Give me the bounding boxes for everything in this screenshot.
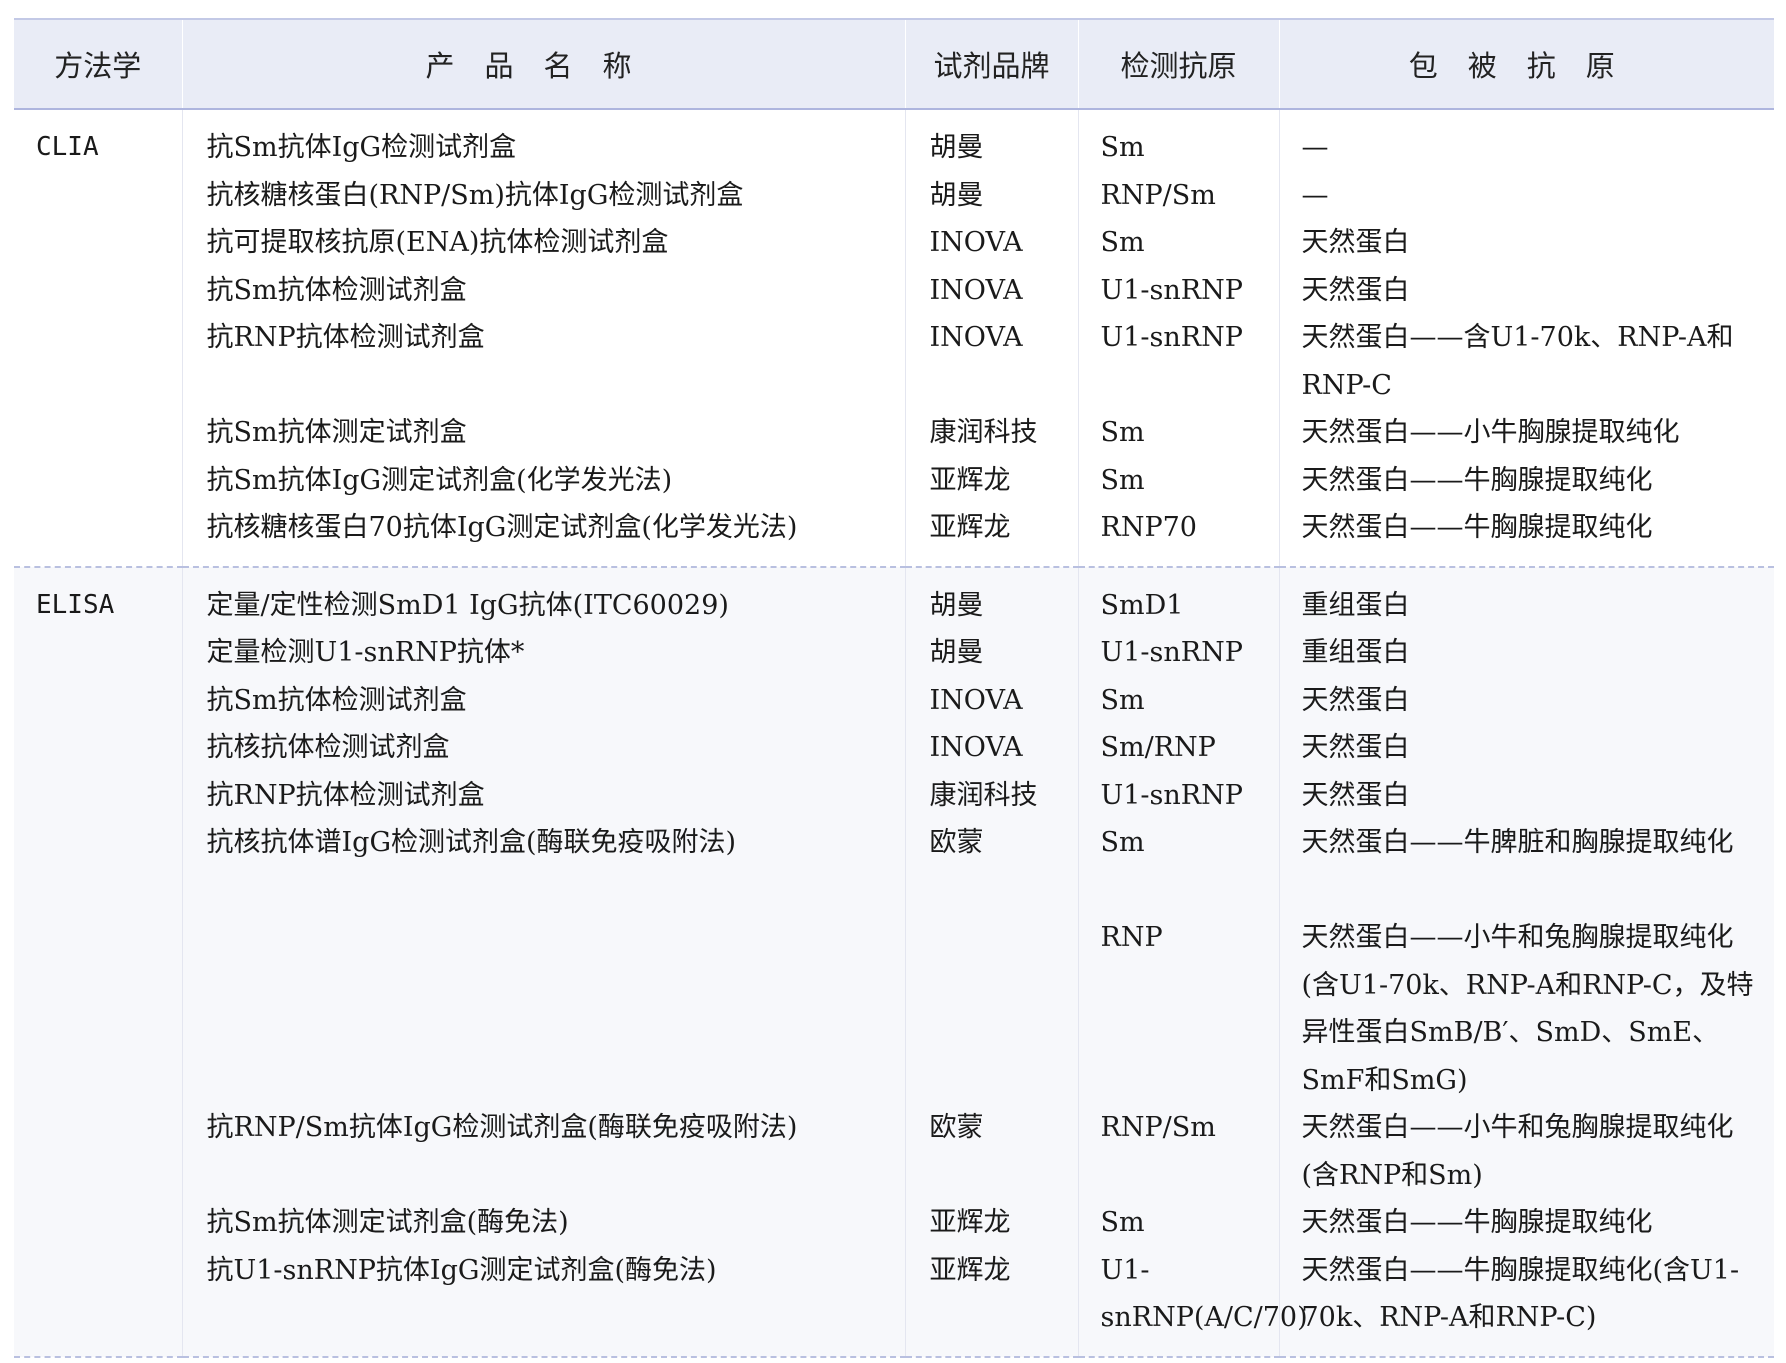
product-name: 抗核抗体谱IgG检测试剂盒(酶联免疫吸附法) — [206, 827, 737, 858]
brand-cell: 胡曼 胡曼 INOVA INOVA 康润科技 欧蒙 欧蒙 亚辉龙 亚辉龙 — [904, 565, 1078, 1358]
method-label: ELISA — [36, 589, 115, 620]
coating-value: 天然蛋白 — [1301, 732, 1410, 763]
antigen-value: U1-snRNP — [1100, 274, 1243, 306]
coating-value: 天然蛋白 — [1301, 227, 1410, 258]
method-cell: CLIA — [14, 109, 182, 567]
method-label: CLIA — [36, 132, 99, 162]
coating-value: — — [1301, 132, 1329, 163]
brand-name: INOVA — [929, 227, 1023, 258]
coating-value: — — [1301, 179, 1329, 211]
coating-value: 天然蛋白 — [1301, 684, 1410, 716]
coating-value: 天然蛋白——牛脾脏和胸腺提取纯化 — [1301, 827, 1734, 858]
product-name: 抗核抗体检测试剂盒 — [206, 732, 450, 763]
brand-spacer — [930, 362, 1078, 410]
antigen-value: U1-snRNP — [1100, 637, 1243, 668]
antigen-value: Sm — [1100, 1207, 1145, 1238]
brand-name: 康润科技 — [929, 779, 1038, 811]
product-name: 抗Sm抗体IgG测定试剂盒(化学发光法) — [206, 464, 673, 496]
product-cell: 定量/定性检测SmD1 IgG抗体(ITC60029) 定量检测U1-snRNP… — [181, 565, 905, 1358]
antigen-value: Sm — [1100, 684, 1145, 716]
antigen-value: Sm — [1100, 132, 1145, 163]
brand-name: 亚辉龙 — [929, 464, 1011, 496]
product-name: 抗Sm抗体测定试剂盒 — [206, 417, 467, 448]
header-product: 产品名称 — [181, 18, 905, 110]
product-name: 抗U1-snRNP抗体IgG测定试剂盒(酶免法) — [206, 1254, 717, 1286]
coating-value: 天然蛋白——小牛和兔胸腺提取纯化(含RNP和Sm) — [1301, 1112, 1734, 1191]
coating-value: 天然蛋白——小牛胸腺提取纯化 — [1301, 417, 1680, 448]
coating-cell: 重组蛋白 重组蛋白 天然蛋白 天然蛋白 天然蛋白 天然蛋白——牛脾脏和胸腺提取纯… — [1278, 565, 1774, 1358]
brand-name: 欧蒙 — [929, 827, 984, 858]
coating-cell: — — 天然蛋白 天然蛋白 天然蛋白——含U1-70k、RNP-A和RNP-C … — [1278, 109, 1774, 567]
product-name: 抗Sm抗体测定试剂盒(酶免法) — [206, 1207, 569, 1238]
product-name: 抗Sm抗体检测试剂盒 — [206, 684, 467, 716]
header-coating: 包被抗原 — [1278, 18, 1774, 110]
group-clia: CLIA 抗Sm抗体IgG检测试剂盒 抗核糖核蛋白(RNP/Sm)抗体IgG检测… — [14, 109, 1774, 567]
coating-value: 天然蛋白——牛胸腺提取纯化 — [1301, 512, 1653, 543]
antigen-spacer — [1101, 362, 1273, 410]
product-spacer — [207, 362, 897, 410]
product-name: 抗核糖核蛋白(RNP/Sm)抗体IgG检测试剂盒 — [206, 179, 744, 211]
table-header: 方法学 产品名称 试剂品牌 检测抗原 包被抗原 — [14, 18, 1774, 110]
reagent-table: 方法学 产品名称 试剂品牌 检测抗原 包被抗原 CLIA 抗Sm抗体IgG检测试… — [14, 18, 1774, 1358]
coating-value: 天然蛋白 — [1301, 274, 1410, 306]
coating-value: 天然蛋白——含U1-70k、RNP-A和RNP-C — [1301, 322, 1734, 401]
product-name: 抗RNP抗体检测试剂盒 — [206, 779, 485, 811]
antibody-reagent-table: 方法学 产品名称 试剂品牌 检测抗原 包被抗原 CLIA 抗Sm抗体IgG检测试… — [14, 18, 1774, 1358]
coating-value: 天然蛋白——小牛和兔胸腺提取纯化(含U1-70k、RNP-A和RNP-C，及特异… — [1301, 922, 1754, 1096]
coating-value: 天然蛋白 — [1301, 779, 1410, 811]
brand-name: INOVA — [929, 322, 1023, 353]
coating-value: 天然蛋白——牛胸腺提取纯化 — [1301, 1207, 1653, 1238]
antigen-value: RNP70 — [1100, 512, 1197, 543]
product-name — [207, 914, 897, 1104]
antigen-value: Sm/RNP — [1100, 732, 1216, 763]
product-name: 定量检测U1-snRNP抗体* — [206, 637, 525, 668]
antigen-value: SmD1 — [1100, 589, 1184, 621]
coating-value: 天然蛋白——牛胸腺提取纯化 — [1301, 464, 1653, 496]
product-cell: 抗Sm抗体IgG检测试剂盒 抗核糖核蛋白(RNP/Sm)抗体IgG检测试剂盒 抗… — [181, 109, 905, 567]
group-elisa: ELISA 定量/定性检测SmD1 IgG抗体(ITC60029) 定量检测U1… — [14, 565, 1774, 1358]
brand-name: 亚辉龙 — [929, 1254, 1011, 1286]
antigen-value: U1-snRNP — [1100, 322, 1243, 353]
brand-name: 康润科技 — [929, 417, 1038, 448]
antigen-value: U1-snRNP — [1100, 779, 1243, 811]
antigen-value: Sm — [1100, 227, 1145, 258]
brand-name: 亚辉龙 — [929, 1207, 1011, 1238]
product-name: 抗核糖核蛋白70抗体IgG测定试剂盒(化学发光法) — [206, 512, 798, 543]
brand-cell: 胡曼 胡曼 INOVA INOVA INOVA 康润科技 亚辉龙 亚辉龙 — [904, 109, 1078, 567]
coating-value: 天然蛋白——牛胸腺提取纯化(含U1-70k、RNP-A和RNP-C) — [1301, 1254, 1740, 1334]
brand-name: INOVA — [929, 274, 1023, 306]
product-name: 抗RNP抗体检测试剂盒 — [206, 322, 485, 353]
brand-name: 胡曼 — [929, 179, 984, 211]
brand-name: 胡曼 — [929, 132, 984, 163]
antigen-value: RNP/Sm — [1100, 1112, 1216, 1143]
brand-name: 亚辉龙 — [929, 512, 1011, 543]
antigen-value: RNP/Sm — [1100, 179, 1216, 211]
product-name: 抗Sm抗体检测试剂盒 — [206, 274, 467, 306]
table-row: CLIA 抗Sm抗体IgG检测试剂盒 抗核糖核蛋白(RNP/Sm)抗体IgG检测… — [14, 109, 1774, 567]
brand-name — [930, 914, 1078, 1104]
antigen-value: RNP — [1100, 922, 1163, 953]
brand-name: INOVA — [929, 732, 1023, 763]
header-brand: 试剂品牌 — [904, 18, 1078, 110]
antigen-cell: SmD1 U1-snRNP Sm Sm/RNP U1-snRNP Sm RNP … — [1077, 565, 1308, 1358]
brand-name: 欧蒙 — [929, 1112, 984, 1143]
antigen-value: Sm — [1100, 417, 1145, 448]
table-row: ELISA 定量/定性检测SmD1 IgG抗体(ITC60029) 定量检测U1… — [14, 565, 1774, 1358]
product-name: 抗可提取核抗原(ENA)抗体检测试剂盒 — [206, 227, 669, 258]
product-name: 抗RNP/Sm抗体IgG检测试剂盒(酶联免疫吸附法) — [206, 1112, 798, 1143]
method-cell: ELISA — [14, 565, 182, 1358]
brand-name: INOVA — [929, 684, 1023, 716]
antigen-value: U1-snRNP(A/C/70) — [1100, 1254, 1308, 1334]
header-method: 方法学 — [14, 18, 182, 110]
product-name: 定量/定性检测SmD1 IgG抗体(ITC60029) — [206, 589, 729, 621]
brand-name: 胡曼 — [929, 589, 984, 621]
antigen-value: Sm — [1100, 827, 1145, 858]
antigen-cell: Sm RNP/Sm Sm U1-snRNP U1-snRNP Sm Sm RNP… — [1077, 109, 1279, 567]
product-name: 抗Sm抗体IgG检测试剂盒 — [206, 132, 517, 163]
coating-value: 重组蛋白 — [1301, 589, 1410, 621]
brand-name: 胡曼 — [929, 637, 984, 668]
coating-value: 重组蛋白 — [1301, 637, 1410, 668]
antigen-value: Sm — [1100, 464, 1145, 496]
header-antigen: 检测抗原 — [1077, 18, 1279, 110]
